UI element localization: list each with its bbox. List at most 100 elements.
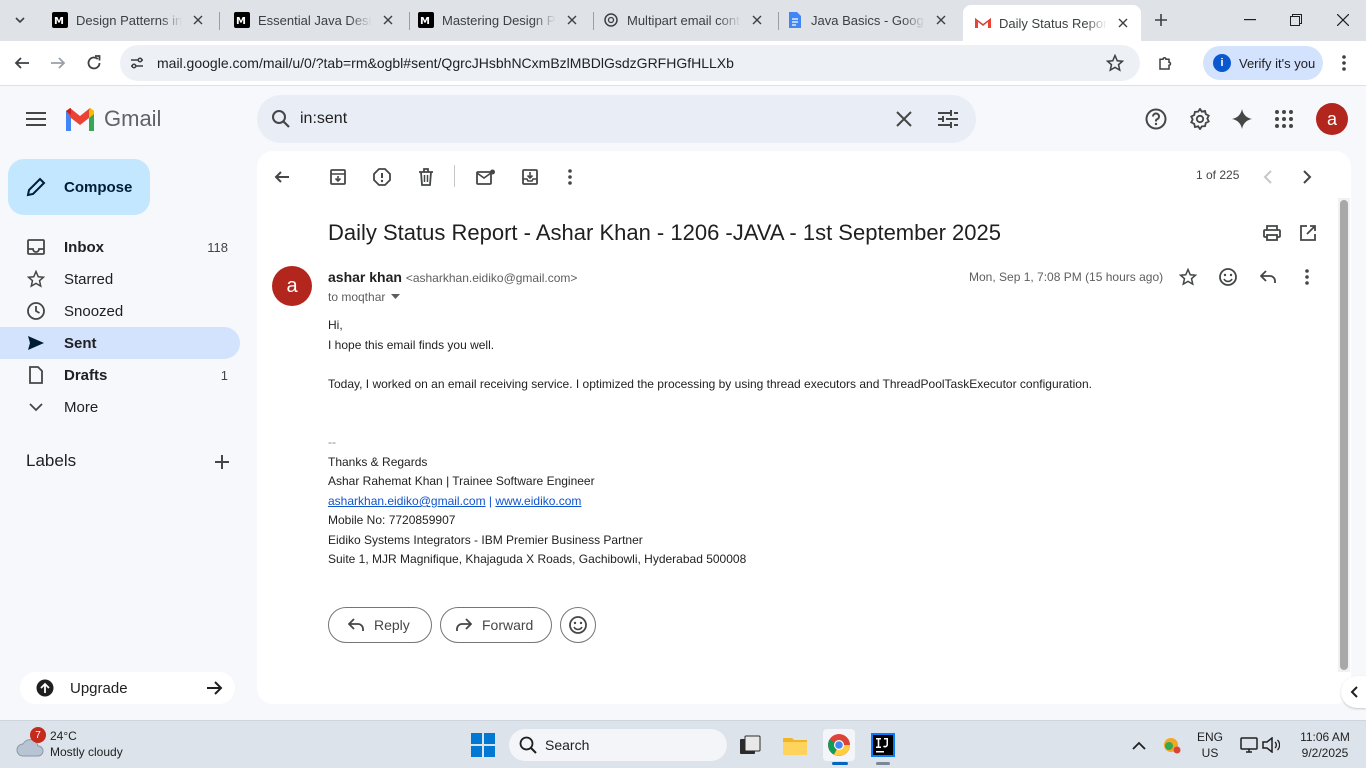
search-mail-bar[interactable]: in:sent — [257, 95, 976, 143]
signature-line: Ashar Rahemat Khan | Trainee Software En… — [328, 474, 595, 488]
close-tab-icon[interactable] — [747, 10, 767, 30]
move-to-icon[interactable] — [516, 163, 544, 191]
minimize-icon[interactable] — [1227, 0, 1273, 40]
pencil-icon — [26, 177, 46, 197]
verify-identity-button[interactable]: i Verify it's you — [1203, 46, 1323, 80]
file-explorer-icon[interactable] — [779, 729, 811, 761]
body-line: I hope this email finds you well. — [328, 338, 495, 352]
create-label-plus-icon[interactable] — [210, 450, 234, 474]
sender-name[interactable]: ashar khan — [328, 269, 402, 285]
svg-text:M: M — [54, 16, 64, 27]
gemini-sparkle-icon[interactable] — [1225, 102, 1259, 136]
older-chevron-right-icon[interactable] — [1293, 163, 1321, 191]
forward-button[interactable]: Forward — [440, 607, 552, 643]
more-options-icon[interactable] — [556, 163, 584, 191]
browser-tab[interactable]: M Essential Java Design — [222, 5, 406, 35]
task-view-icon[interactable] — [734, 729, 766, 761]
sender-avatar[interactable]: a — [272, 266, 312, 306]
nav-item-snoozed[interactable]: Snoozed — [0, 295, 240, 327]
signature-email-link[interactable]: asharkhan.eidiko@gmail.com — [328, 494, 486, 508]
search-options-icon[interactable] — [934, 105, 962, 133]
reload-icon[interactable] — [80, 49, 108, 77]
main-menu-icon[interactable] — [16, 99, 56, 139]
bookmark-star-icon[interactable] — [1106, 54, 1124, 72]
taskbar-search-box[interactable]: Search — [509, 729, 727, 761]
reply-arrow-icon[interactable] — [1254, 263, 1282, 291]
keyboard-layout[interactable]: US — [1192, 746, 1228, 760]
side-panel-toggle-chevron-icon[interactable] — [1341, 676, 1366, 708]
scrollbar-thumb[interactable] — [1340, 200, 1348, 670]
open-in-new-window-icon[interactable] — [1294, 219, 1322, 247]
tray-app-icon[interactable] — [1156, 729, 1188, 761]
recipients-line[interactable]: to moqthar — [328, 290, 401, 304]
emoji-react-button[interactable] — [560, 607, 596, 643]
upgrade-button[interactable]: Upgrade — [20, 672, 235, 704]
search-icon[interactable] — [267, 105, 295, 133]
report-spam-icon[interactable] — [368, 163, 396, 191]
nav-item-sent[interactable]: Sent — [0, 327, 240, 359]
delete-trash-icon[interactable] — [412, 163, 440, 191]
browser-tab[interactable]: M Design Patterns in Java — [40, 5, 216, 35]
site-settings-icon[interactable] — [129, 55, 145, 71]
intellij-idea-icon[interactable] — [867, 729, 899, 761]
message-more-options-icon[interactable] — [1293, 263, 1321, 291]
browser-tab-active[interactable]: Daily Status Report - — [963, 5, 1141, 41]
close-tab-icon[interactable] — [931, 10, 951, 30]
browser-tab[interactable]: Multipart email conte — [591, 5, 775, 35]
nav-item-more[interactable]: More — [0, 391, 240, 423]
extensions-puzzle-icon[interactable] — [1152, 49, 1180, 77]
windows-start-icon[interactable] — [467, 729, 499, 761]
add-reaction-emoji-icon[interactable] — [1214, 263, 1242, 291]
new-tab-plus-icon[interactable] — [1149, 8, 1173, 32]
clear-search-icon[interactable] — [890, 105, 918, 133]
close-tab-icon[interactable] — [378, 10, 398, 30]
svg-text:M: M — [420, 16, 430, 27]
nav-item-starred[interactable]: Starred — [0, 263, 240, 295]
nav-item-inbox[interactable]: Inbox 118 — [0, 231, 240, 263]
message-scrollbar[interactable] — [1338, 198, 1350, 672]
volume-speaker-icon[interactable] — [1255, 729, 1287, 761]
address-bar[interactable]: mail.google.com/mail/u/0/?tab=rm&ogbl#se… — [120, 45, 1140, 81]
star-message-icon[interactable] — [1174, 263, 1202, 291]
compose-button[interactable]: Compose — [8, 159, 150, 215]
close-tab-icon[interactable] — [188, 10, 208, 30]
account-avatar[interactable]: a — [1316, 103, 1348, 135]
signature-website-link[interactable]: www.eidiko.com — [495, 494, 581, 508]
settings-gear-icon[interactable] — [1183, 102, 1217, 136]
help-icon[interactable] — [1139, 102, 1173, 136]
restore-icon[interactable] — [1273, 0, 1319, 40]
show-hidden-icons-chevron-up-icon[interactable] — [1123, 729, 1155, 761]
recipients-text: to moqthar — [328, 290, 386, 304]
print-icon[interactable] — [1258, 219, 1286, 247]
show-details-caret-icon[interactable] — [391, 294, 401, 300]
signature-line: Mobile No: 7720859907 — [328, 513, 456, 527]
chrome-menu-icon[interactable] — [1330, 49, 1358, 77]
nav-item-drafts[interactable]: Drafts 1 — [0, 359, 240, 391]
clock-date[interactable]: 9/2/2025 — [1284, 746, 1366, 760]
tab-search-chevron-icon[interactable] — [8, 8, 32, 32]
toolbar-divider — [454, 165, 455, 187]
body-line: Today, I worked on an email receiving se… — [328, 377, 1092, 391]
signature-separator: -- — [328, 435, 336, 449]
browser-tab[interactable]: Java Basics - Google — [775, 5, 959, 35]
weather-widget[interactable]: 7 24°C Mostly cloudy — [16, 727, 176, 763]
clock-time[interactable]: 11:06 AM — [1284, 730, 1366, 744]
newer-chevron-left-icon[interactable] — [1254, 163, 1282, 191]
close-window-icon[interactable] — [1320, 0, 1366, 40]
google-apps-grid-icon[interactable] — [1267, 102, 1301, 136]
reply-label: Reply — [374, 617, 410, 633]
chrome-taskbar-icon[interactable] — [823, 729, 855, 761]
close-tab-icon[interactable] — [562, 10, 582, 30]
gmail-logo[interactable]: Gmail — [64, 104, 161, 134]
browser-tab[interactable]: M Mastering Design Pat — [406, 5, 590, 35]
mark-unread-icon[interactable] — [472, 163, 500, 191]
back-arrow-icon[interactable] — [8, 49, 36, 77]
search-input[interactable]: in:sent — [300, 110, 347, 128]
forward-arrow-icon[interactable] — [44, 49, 72, 77]
close-tab-icon[interactable] — [1113, 13, 1133, 33]
archive-icon[interactable] — [324, 163, 352, 191]
language-code[interactable]: ENG — [1192, 730, 1228, 744]
gmail-logo-icon — [66, 108, 94, 131]
back-to-sent-icon[interactable] — [268, 163, 296, 191]
reply-button[interactable]: Reply — [328, 607, 432, 643]
